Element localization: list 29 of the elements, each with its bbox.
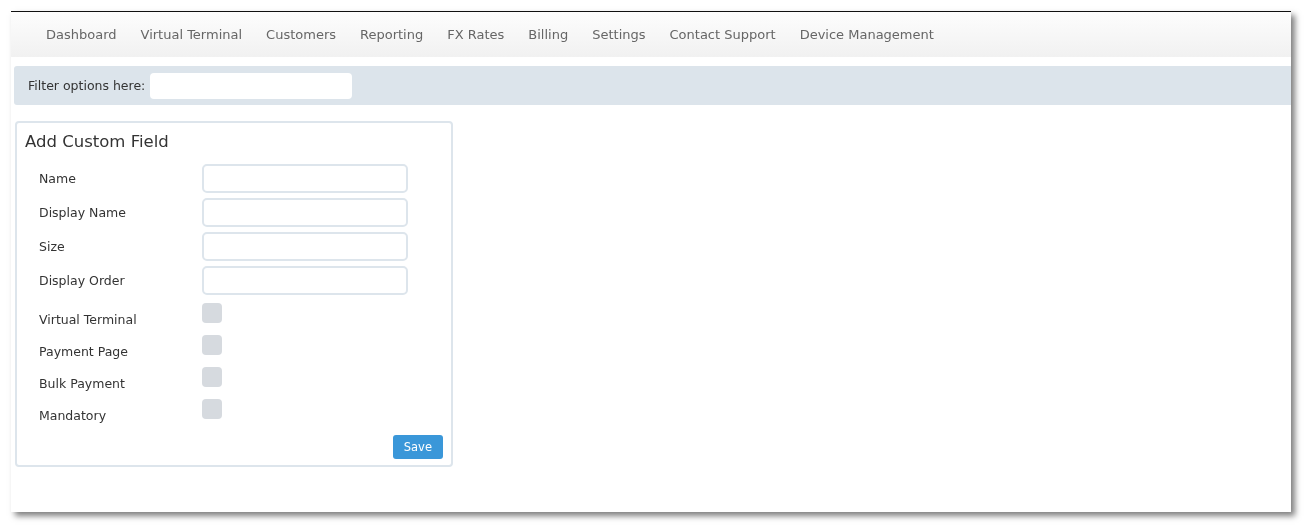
nav-link[interactable]: Virtual Terminal (128, 27, 255, 42)
nav-link[interactable]: Contact Support (657, 27, 788, 42)
nav-link[interactable]: Settings (580, 27, 658, 42)
nav-link[interactable]: FX Rates (435, 27, 517, 42)
nav-link[interactable]: Customers (254, 27, 348, 42)
field-label: Virtual Terminal (39, 312, 138, 329)
filter-label: Filter options here: (28, 78, 146, 93)
input-field[interactable] (202, 197, 408, 227)
filter-field[interactable] (150, 72, 353, 99)
checkbox[interactable] (202, 303, 222, 323)
input-field[interactable] (202, 265, 408, 295)
checkbox[interactable] (202, 335, 222, 355)
field-label: Mandatory (39, 408, 108, 425)
nav-link[interactable]: Billing (516, 27, 581, 42)
field-label: Bulk Payment (39, 376, 126, 393)
checkbox[interactable] (202, 367, 222, 387)
field-label: Payment Page (39, 344, 129, 361)
save-button[interactable]: Save (392, 435, 443, 459)
input-field[interactable] (202, 231, 408, 261)
field-label: Display Order (39, 272, 126, 288)
field-label: Name (39, 170, 77, 186)
nav-link[interactable]: Device Management (787, 27, 946, 42)
input-field[interactable] (202, 163, 408, 193)
checkbox[interactable] (202, 399, 222, 419)
nav-link[interactable]: Reporting (348, 27, 436, 42)
form-title: Add Custom Field (25, 132, 170, 151)
field-label: Display Name (39, 204, 127, 220)
field-label: Size (39, 238, 66, 254)
nav-link[interactable]: Dashboard (34, 27, 129, 42)
